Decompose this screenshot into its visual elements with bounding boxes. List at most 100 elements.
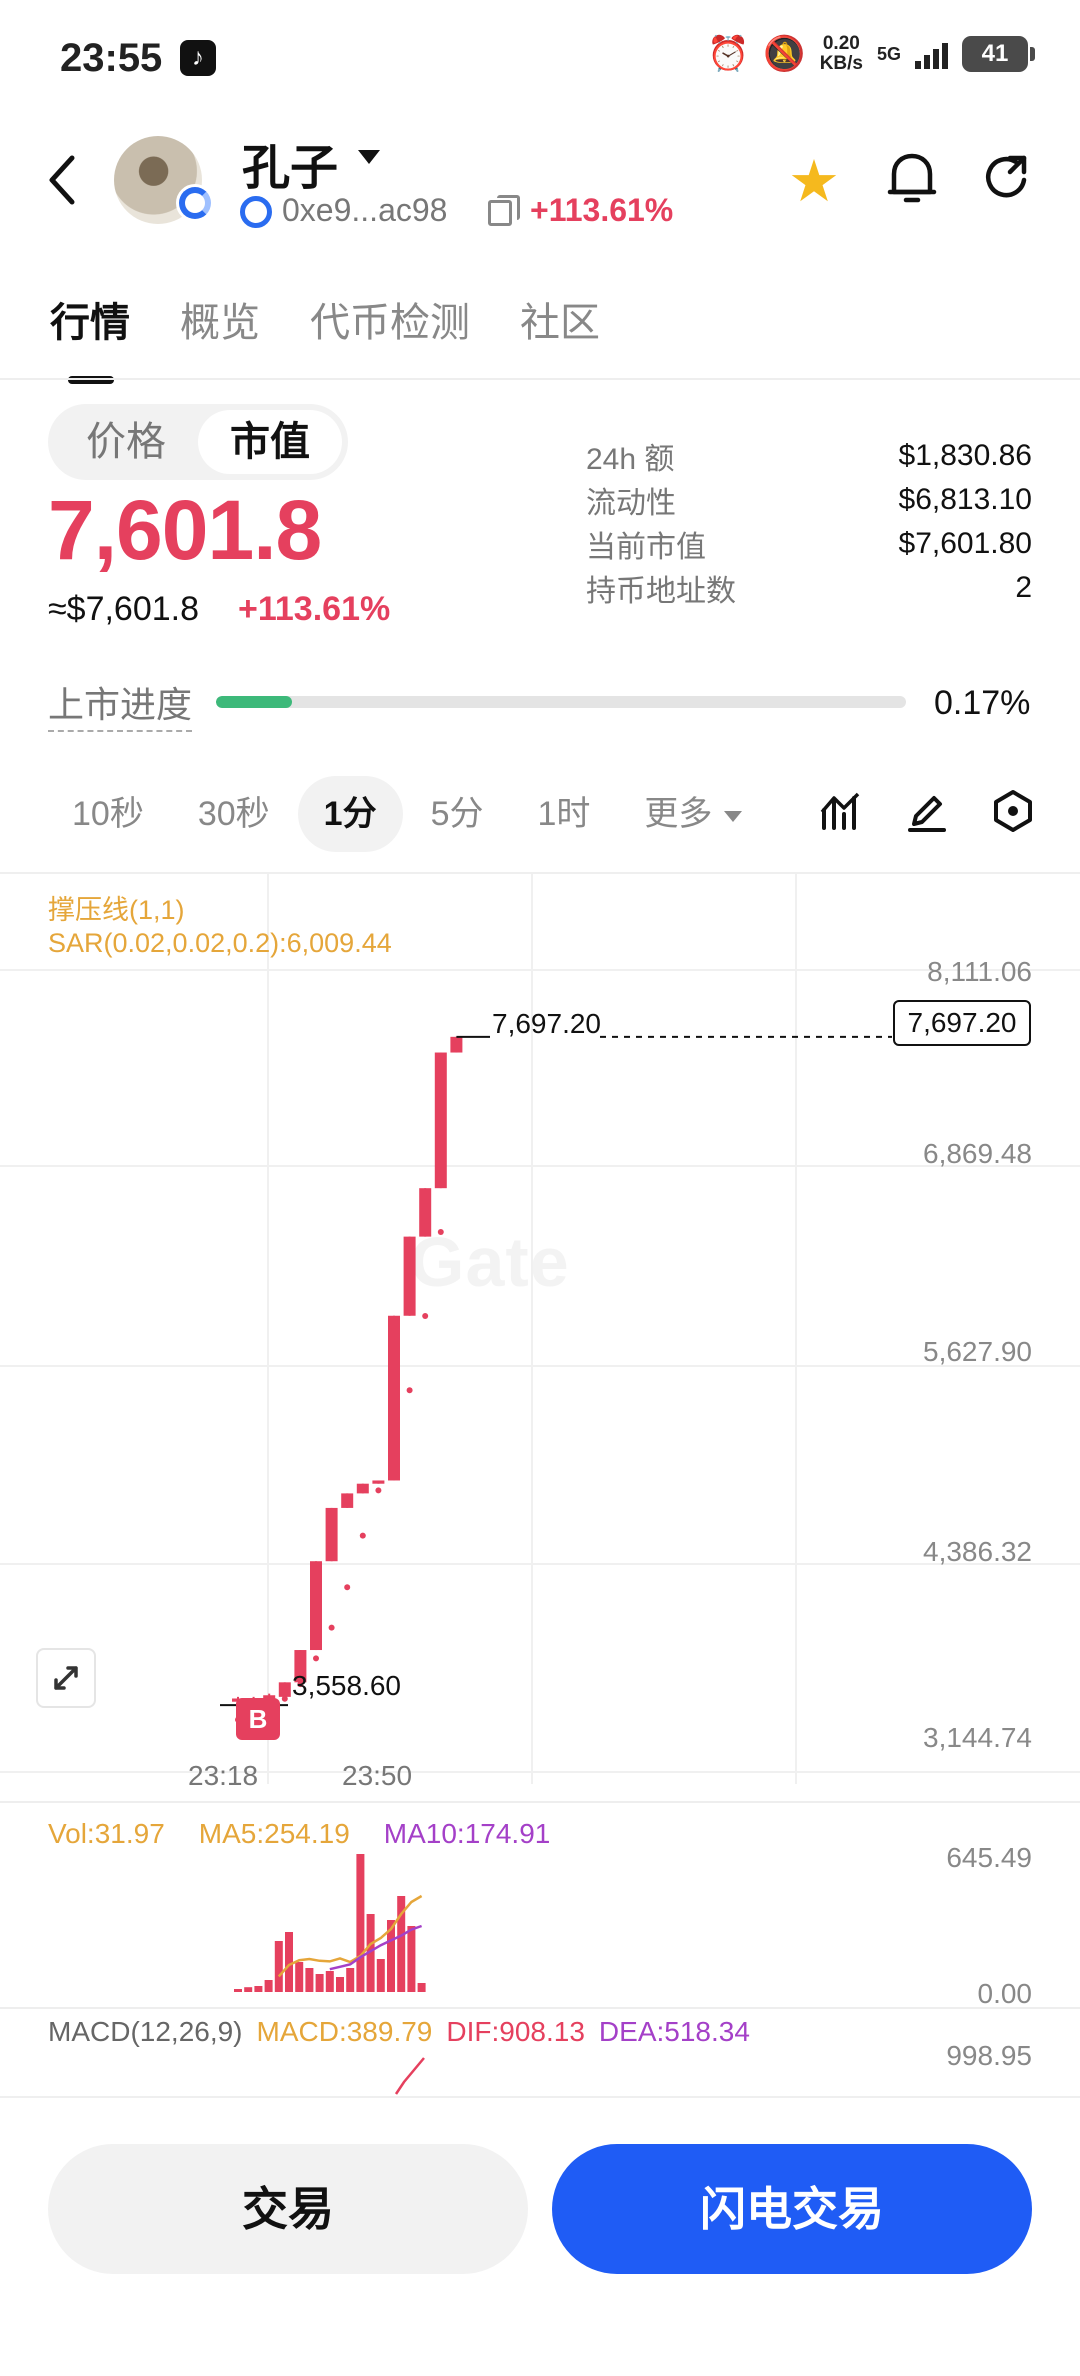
- interval-1m[interactable]: 1分: [297, 776, 403, 852]
- token-name[interactable]: 孔子: [242, 128, 338, 198]
- sar-dot: [375, 1487, 382, 1494]
- volume-axis-top: 645.49: [946, 1842, 1032, 1873]
- x-axis-label: 23:50: [342, 1760, 413, 1791]
- interval-5m[interactable]: 5分: [405, 776, 510, 852]
- sar-dot: [328, 1624, 335, 1631]
- toggle-market-cap[interactable]: 市值: [198, 410, 342, 474]
- candle: [403, 1236, 416, 1316]
- macd-axis-top: 998.95: [946, 2040, 1032, 2071]
- contract-address: 0xe9...ac98: [282, 192, 448, 228]
- stat-label: 当前市值: [586, 531, 706, 564]
- stat-label: 24h 额: [586, 443, 675, 476]
- stat-row: 24h 额 $1,830.86: [586, 434, 1032, 478]
- low-price-label: 3,558.60: [292, 1670, 401, 1701]
- tab-divider: [0, 378, 1080, 380]
- interval-selector: 10秒 30秒 1分 5分 1时 更多: [46, 776, 770, 852]
- candle: [341, 1493, 354, 1508]
- volume-bar: [336, 1977, 344, 1992]
- macd-dif-line: [394, 2057, 425, 2095]
- stat-row: 流动性 $6,813.10: [586, 478, 1032, 522]
- volume-bar: [305, 1968, 314, 1992]
- sar-dot: [422, 1312, 429, 1319]
- volume-bar: [295, 1962, 304, 1992]
- listing-progress-bar: [216, 696, 906, 708]
- back-icon[interactable]: [42, 150, 82, 210]
- dif-value: DIF:908.13: [446, 2016, 585, 2047]
- net-speed: 0.20 KB/s: [820, 34, 863, 74]
- dea-value: DEA:518.34: [598, 2016, 750, 2047]
- volume-bar: [346, 1968, 355, 1992]
- y-axis-label: 5,627.90: [923, 1336, 1032, 1367]
- trade-button-label: 交易: [242, 2183, 334, 2235]
- sar-dot: [344, 1584, 351, 1591]
- y-axis-label: 3,144.74: [923, 1722, 1032, 1753]
- indicator-label-sar: SAR(0.02,0.02,0.2):6,009.44: [48, 928, 392, 958]
- status-time: 23:55: [60, 36, 163, 80]
- status-icons: ⏰ 🔕 0.20 KB/s 5G 41: [707, 34, 1035, 74]
- tiktok-icon: ♪: [180, 40, 216, 76]
- alarm-icon: ⏰: [707, 35, 750, 73]
- ma10-value: MA10:174.91: [383, 1818, 551, 1849]
- volume-bar: [325, 1971, 334, 1992]
- volume-bar: [234, 1989, 242, 1992]
- listing-progress-fill: [216, 696, 292, 708]
- stat-label: 流动性: [586, 487, 676, 520]
- buy-marker[interactable]: B: [236, 1698, 280, 1740]
- share-refresh-icon[interactable]: [980, 150, 1036, 206]
- tab-token-check[interactable]: 代币检测: [310, 290, 470, 376]
- tab-overview[interactable]: 概览: [180, 290, 260, 376]
- usd-value: ≈$7,601.8: [48, 590, 200, 628]
- toggle-price[interactable]: 价格: [54, 410, 198, 474]
- y-axis-label: 6,869.48: [923, 1138, 1032, 1169]
- bell-icon[interactable]: [884, 148, 940, 210]
- candle: [434, 1052, 447, 1189]
- volume-bar: [376, 1959, 385, 1992]
- volume-bar: [356, 1854, 365, 1992]
- expand-chart-button[interactable]: [36, 1648, 96, 1708]
- trade-button[interactable]: 交易: [48, 2144, 528, 2274]
- stats-panel: 24h 额 $1,830.86 流动性 $6,813.10 当前市值 $7,601.8…: [586, 434, 1032, 610]
- header-change: +113.61%: [530, 192, 674, 228]
- net-speed-unit: KB/s: [819, 53, 863, 74]
- indicator-icon[interactable]: [818, 788, 864, 834]
- tab-community[interactable]: 社区: [520, 290, 600, 376]
- favorite-star-icon[interactable]: ★: [788, 152, 840, 212]
- volume-bar: [274, 1941, 283, 1992]
- settings-hexagon-icon[interactable]: [990, 788, 1036, 834]
- interval-10s[interactable]: 10秒: [46, 776, 170, 852]
- listing-progress-text: 0.17%: [934, 684, 1031, 722]
- vol-value: Vol:31.97: [48, 1818, 165, 1849]
- stat-row: 当前市值 $7,601.80: [586, 522, 1032, 566]
- candle: [388, 1315, 400, 1481]
- x-axis-label: 23:18: [188, 1760, 259, 1791]
- chain-icon: [240, 196, 272, 228]
- stat-value: $7,601.80: [898, 527, 1032, 560]
- mute-icon: 🔕: [763, 35, 806, 73]
- percent-change: +113.61%: [238, 590, 391, 628]
- candle: [325, 1507, 338, 1562]
- volume-bar: [417, 1983, 426, 1992]
- candle: [372, 1480, 385, 1484]
- chain-badge-icon: [176, 184, 214, 222]
- indicator-label-support: 撑压线(1,1): [48, 895, 185, 925]
- candle: [310, 1561, 322, 1651]
- copy-icon[interactable]: [488, 195, 520, 226]
- y-axis-label: 4,386.32: [923, 1536, 1032, 1567]
- draw-pen-icon[interactable]: [904, 788, 950, 834]
- interval-30s[interactable]: 30秒: [172, 776, 296, 852]
- market-cap-value: 7,601.8: [48, 483, 322, 577]
- sar-dot: [406, 1387, 413, 1394]
- volume-bar: [254, 1986, 263, 1992]
- chevron-down-icon: [724, 810, 743, 822]
- ma5-value: MA5:254.19: [198, 1818, 350, 1849]
- stat-label: 持币地址数: [586, 575, 736, 608]
- tab-market[interactable]: 行情: [50, 290, 130, 384]
- price-chart[interactable]: [0, 874, 1080, 2096]
- main-tabs: 行情 概览 代币检测 社区: [50, 290, 650, 384]
- candle: [356, 1483, 369, 1494]
- token-dropdown-icon[interactable]: [358, 150, 380, 164]
- interval-1h[interactable]: 1时: [512, 776, 617, 852]
- listing-progress-label[interactable]: 上市进度: [48, 676, 193, 732]
- interval-more[interactable]: 更多: [618, 776, 768, 852]
- flash-trade-button[interactable]: 闪电交易: [552, 2144, 1032, 2274]
